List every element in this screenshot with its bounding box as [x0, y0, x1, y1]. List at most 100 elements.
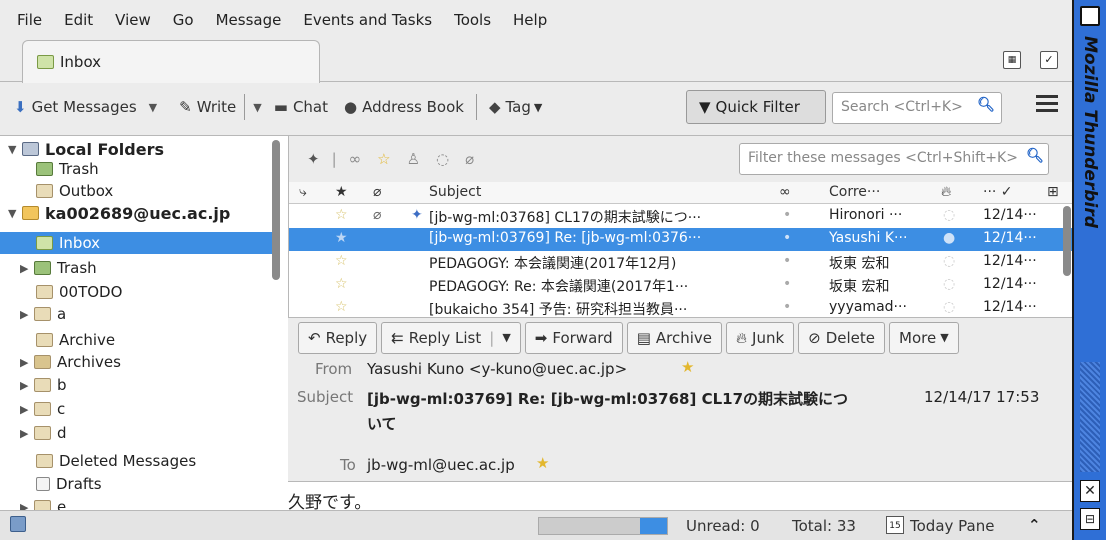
menu-tools[interactable]: Tools	[454, 11, 491, 29]
account-ka002689[interactable]: ▼ ka002689@uec.ac.jp	[8, 202, 230, 224]
reply-button[interactable]: ↶ Reply	[298, 321, 378, 354]
expand-icon[interactable]: ▶	[20, 501, 34, 511]
read-status-dot[interactable]: •	[783, 253, 791, 269]
junk-status-icon[interactable]: ◌	[943, 207, 955, 223]
junk-status-icon[interactable]: ◌	[943, 299, 955, 315]
online-status-icon[interactable]	[10, 516, 26, 532]
contact-star-icon[interactable]: ★	[681, 358, 694, 376]
message-row[interactable]: ☆ ⌀ ✦ [jb-wg-ml:03768] CL17の期末試験につ··· • …	[289, 205, 1072, 228]
unread-filter-icon[interactable]: ∞	[349, 150, 362, 168]
star-icon[interactable]: ★	[335, 230, 348, 246]
folder-e[interactable]: ▶ e	[20, 496, 66, 510]
wm-menu-button[interactable]	[1080, 6, 1100, 26]
read-status-dot[interactable]: •	[783, 299, 791, 315]
calendar-tab-icon[interactable]: ▦	[1003, 51, 1021, 69]
quick-filter-button[interactable]: ▼ Quick Filter	[686, 90, 826, 124]
junk-status-icon[interactable]: ◌	[943, 276, 955, 292]
write-button[interactable]: ✎ Write	[179, 98, 236, 116]
folder-archives[interactable]: ▶ Archives	[20, 351, 121, 373]
delete-button[interactable]: ⊘ Delete	[798, 321, 886, 354]
starred-filter-icon[interactable]: ☆	[377, 150, 390, 168]
contact-star-icon[interactable]: ★	[536, 454, 549, 472]
folder-trash[interactable]: Trash	[36, 158, 99, 180]
collapse-icon[interactable]: ▼	[8, 143, 22, 156]
get-messages-dropdown[interactable]: ▼	[149, 101, 157, 114]
junk-status-icon[interactable]: ●	[943, 230, 955, 246]
menu-help[interactable]: Help	[513, 11, 547, 29]
more-button[interactable]: More ▼	[889, 321, 959, 354]
star-icon[interactable]: ☆	[335, 299, 348, 315]
from-address[interactable]: Yasushi Kuno <y-kuno@uec.ac.jp>	[367, 360, 627, 378]
forward-button[interactable]: ➡ Forward	[524, 321, 623, 354]
folder-d[interactable]: ▶ d	[20, 422, 67, 444]
folder-trash-account[interactable]: ▶ Trash	[20, 257, 97, 279]
sticky-pin-icon[interactable]: ✦	[307, 150, 320, 168]
subject-column[interactable]: Subject	[429, 184, 481, 200]
folder-local-folders[interactable]: ▼ Local Folders	[8, 138, 164, 160]
menu-edit[interactable]: Edit	[64, 11, 93, 29]
read-status-dot[interactable]: •	[783, 207, 791, 223]
thread-column-icon[interactable]: ⤷	[299, 184, 307, 200]
folder-b[interactable]: ▶ b	[20, 374, 67, 396]
thread-pane-scrollbar[interactable]	[1063, 206, 1071, 276]
address-book-button[interactable]: ● Address Book	[344, 98, 464, 116]
expand-icon[interactable]: ▶	[20, 308, 34, 321]
expand-icon[interactable]: ▶	[20, 379, 34, 392]
tags-filter-icon[interactable]: ◌	[436, 150, 449, 168]
read-status-dot[interactable]: •	[783, 276, 791, 292]
folder-drafts[interactable]: Drafts	[36, 473, 102, 495]
collapse-icon[interactable]: ▼	[8, 207, 22, 220]
attachment-filter-icon[interactable]: ⌀	[465, 150, 474, 168]
read-column-icon[interactable]: ∞	[779, 184, 791, 200]
hamburger-menu-icon[interactable]	[1036, 95, 1058, 115]
maximize-icon[interactable]: ⊟	[1080, 508, 1100, 530]
write-dropdown[interactable]: ▼	[253, 101, 261, 114]
star-icon[interactable]: ☆	[335, 253, 348, 269]
junk-column-icon[interactable]: 🔥︎	[941, 184, 951, 200]
read-status-dot[interactable]: •	[783, 230, 791, 246]
message-row[interactable]: ☆ PEDAGOGY: Re: 本会議関連(2017年1··· • 坂東 宏和 …	[289, 274, 1072, 297]
junk-status-icon[interactable]: ◌	[943, 253, 955, 269]
get-messages-button[interactable]: ⬇ Get Messages	[14, 98, 137, 116]
star-column-icon[interactable]: ★	[335, 184, 348, 200]
chevron-up-icon[interactable]: ⌃	[1028, 516, 1041, 534]
expand-icon[interactable]: ▶	[20, 262, 34, 275]
message-row[interactable]: ☆ PEDAGOGY: 本会議関連(2017年12月) • 坂東 宏和 ◌ 12…	[289, 251, 1072, 274]
expand-icon[interactable]: ▶	[20, 403, 34, 416]
to-address[interactable]: jb-wg-ml@uec.ac.jp	[367, 456, 515, 474]
filter-messages-input[interactable]: Filter these messages <Ctrl+Shift+K> 🔍︎	[739, 143, 1049, 175]
folder-pane-scrollbar[interactable]	[272, 140, 280, 280]
folder-outbox[interactable]: Outbox	[36, 180, 113, 202]
reply-list-button[interactable]: ⇇ Reply List | ▼	[381, 321, 521, 354]
today-pane-toggle[interactable]: Today Pane	[910, 517, 994, 535]
search-input[interactable]: Search <Ctrl+K> 🔍︎	[832, 92, 1002, 124]
menu-view[interactable]: View	[115, 11, 151, 29]
expand-icon[interactable]: ▶	[20, 427, 34, 440]
message-row[interactable]: ☆ [bukaicho 354] 予告: 研究科担当教員··· • yyyama…	[289, 297, 1072, 317]
contact-filter-icon[interactable]: ♙	[407, 150, 420, 168]
star-icon[interactable]: ☆	[335, 207, 348, 223]
folder-c[interactable]: ▶ c	[20, 398, 65, 420]
archive-button[interactable]: ▤ Archive	[626, 321, 723, 354]
tasks-tab-icon[interactable]: ✓	[1040, 51, 1058, 69]
folder-deleted-messages[interactable]: Deleted Messages	[36, 450, 196, 472]
expand-icon[interactable]: ▶	[20, 356, 34, 369]
menu-events-and-tasks[interactable]: Events and Tasks	[303, 11, 432, 29]
folder-inbox[interactable]: Inbox	[0, 232, 272, 254]
column-picker-icon[interactable]: ⊞	[1047, 184, 1059, 200]
menu-go[interactable]: Go	[173, 11, 194, 29]
folder-archive[interactable]: Archive	[36, 329, 115, 351]
tab-inbox[interactable]: Inbox	[22, 40, 320, 83]
close-icon[interactable]: ✕	[1080, 480, 1100, 502]
correspondent-column[interactable]: Corre···	[829, 184, 880, 200]
attachment-column-icon[interactable]: ⌀	[373, 184, 381, 200]
chevron-down-icon[interactable]: ▼	[502, 331, 510, 344]
message-row-selected[interactable]: ★ [jb-wg-ml:03769] Re: [jb-wg-ml:0376···…	[289, 228, 1072, 251]
star-icon[interactable]: ☆	[335, 276, 348, 292]
folder-00todo[interactable]: 00TODO	[36, 281, 122, 303]
junk-button[interactable]: 🔥︎ Junk	[726, 321, 795, 354]
date-column[interactable]: ··· ✓	[983, 184, 1013, 200]
folder-a[interactable]: ▶ a	[20, 303, 66, 325]
menu-file[interactable]: File	[17, 11, 42, 29]
tag-button[interactable]: ◆ Tag ▼	[489, 98, 542, 116]
